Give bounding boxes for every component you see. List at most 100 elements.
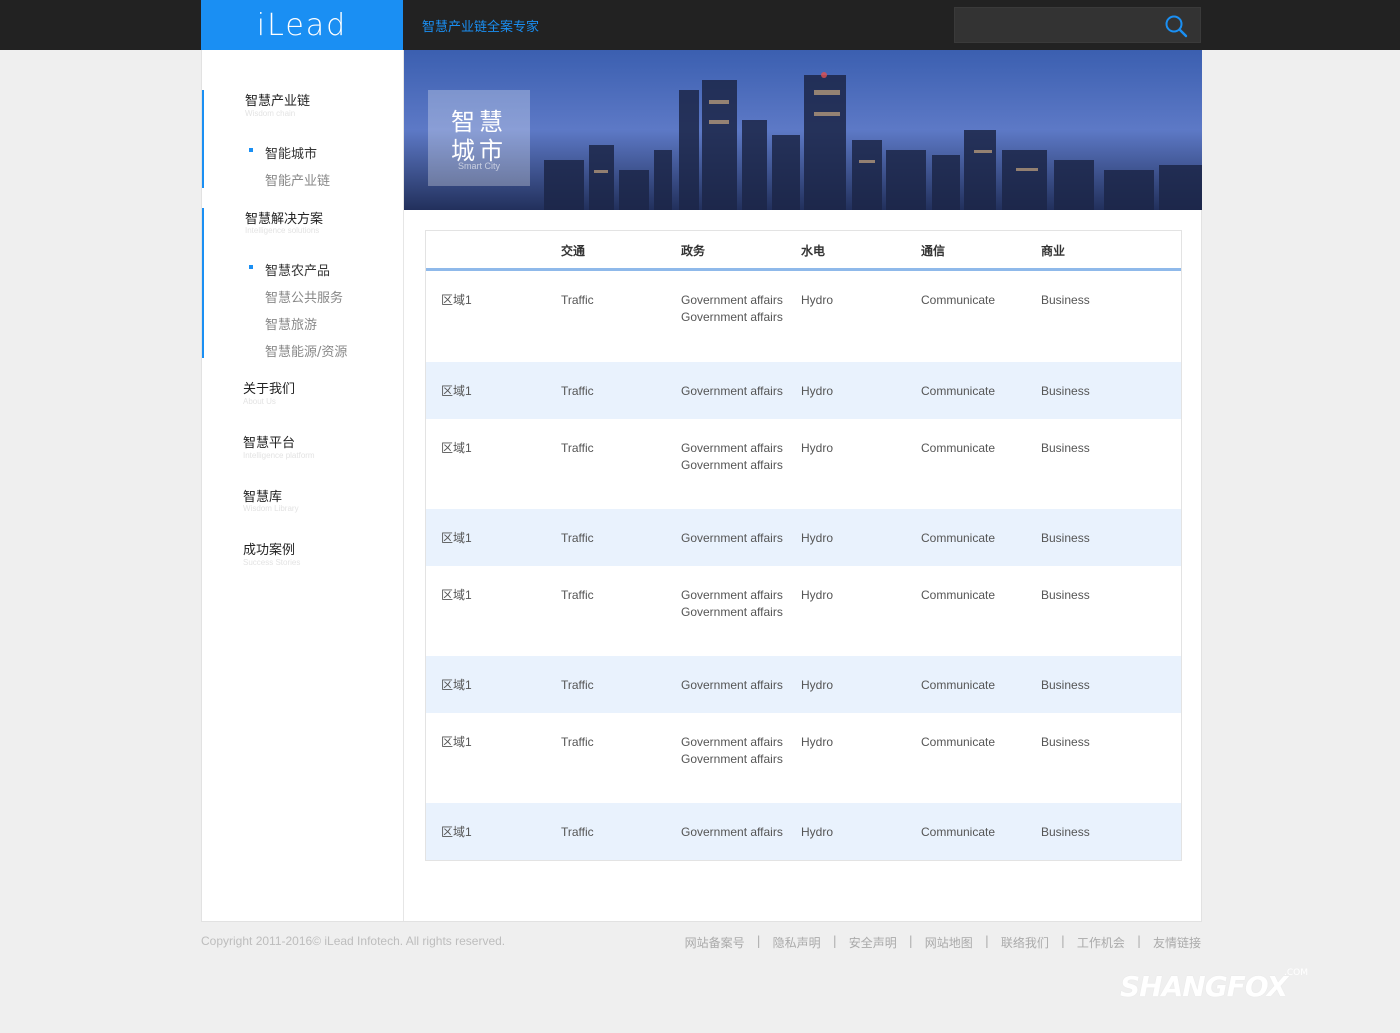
table-cell: Communicate bbox=[921, 384, 996, 398]
nav-group-solutions: 智慧解决方案 Intelligence solutions 智慧农产品 智慧公共… bbox=[202, 208, 403, 360]
nav-subtitle: Wisdom Library bbox=[243, 504, 299, 513]
table-cell: Business bbox=[1041, 293, 1090, 307]
table-cell: Hydro bbox=[801, 588, 834, 602]
nav-title-platform[interactable]: 智慧平台 bbox=[243, 432, 295, 451]
site-logo[interactable]: iLead bbox=[201, 0, 403, 50]
nav-group-cases: 成功案例 Success Stories bbox=[202, 539, 403, 579]
table-cell: 区域1 bbox=[441, 441, 472, 455]
table-row: 区域1 Traffic Government affairsGovernment… bbox=[426, 713, 1181, 803]
footer-link-friends[interactable]: 友情链接 bbox=[1153, 934, 1201, 951]
column-header: 政务 bbox=[681, 244, 706, 258]
table-cell: Hydro bbox=[801, 678, 834, 692]
table-row: 区域1 Traffic Government affairsGovernment… bbox=[426, 566, 1181, 656]
nav-subtitle: Wisdom chain bbox=[245, 109, 296, 118]
table-cell: Communicate bbox=[921, 293, 996, 307]
table-cell: Government affairsGovernment affairs bbox=[681, 588, 783, 619]
table-cell: Government affairs bbox=[681, 825, 783, 839]
table-header: 交通 政务 水电 通信 商业 bbox=[426, 231, 1181, 271]
watermark-logo: SHANGFOX bbox=[1120, 970, 1288, 1003]
table-cell: Traffic bbox=[561, 441, 594, 455]
search-box bbox=[954, 7, 1201, 43]
footer-link-icp[interactable]: 网站备案号 bbox=[685, 934, 745, 951]
nav-item-energy[interactable]: 智慧能源/资源 bbox=[265, 341, 347, 360]
table-cell: 区域1 bbox=[441, 825, 472, 839]
table-row: 区域1 Traffic Government affairs Hydro Com… bbox=[426, 509, 1181, 566]
nav-subtitle: Intelligence solutions bbox=[245, 226, 320, 235]
table-cell: 区域1 bbox=[441, 678, 472, 692]
table-cell: Communicate bbox=[921, 735, 996, 749]
table-cell: Communicate bbox=[921, 441, 996, 455]
nav-title-about[interactable]: 关于我们 bbox=[243, 378, 295, 397]
nav-group-library: 智慧库 Wisdom Library bbox=[202, 486, 403, 526]
table-cell: Business bbox=[1041, 441, 1090, 455]
site-slogan: 智慧产业链全案专家 bbox=[422, 20, 540, 35]
table-cell: Traffic bbox=[561, 384, 594, 398]
table-cell: 区域1 bbox=[441, 735, 472, 749]
nav-title-library[interactable]: 智慧库 bbox=[243, 486, 282, 505]
table-cell: Business bbox=[1041, 825, 1090, 839]
table-cell: Traffic bbox=[561, 825, 594, 839]
nav-subtitle: About Us bbox=[243, 397, 276, 406]
search-icon[interactable] bbox=[1164, 14, 1188, 38]
nav-title-wisdom-chain[interactable]: 智慧产业链 bbox=[245, 90, 310, 109]
table-cell: Government affairsGovernment affairs bbox=[681, 293, 783, 324]
table-cell: Business bbox=[1041, 735, 1090, 749]
table-cell: Government affairs bbox=[681, 678, 783, 692]
nav-item-smart-city[interactable]: 智能城市 bbox=[265, 143, 317, 162]
nav-group-about: 关于我们 About Us bbox=[202, 378, 403, 418]
nav-item-tourism[interactable]: 智慧旅游 bbox=[265, 314, 317, 333]
nav-group-wisdom-chain: 智慧产业链 Wisdom chain 智能城市 智能产业链 bbox=[202, 90, 403, 189]
search-input[interactable] bbox=[955, 8, 1155, 42]
active-dot-icon bbox=[249, 265, 253, 269]
table-cell: Hydro bbox=[801, 441, 834, 455]
nav-subtitle: Success Stories bbox=[243, 558, 301, 567]
nav-title-cases[interactable]: 成功案例 bbox=[243, 539, 295, 558]
table-row: 区域1 Traffic Government affairsGovernment… bbox=[426, 271, 1181, 362]
table-cell: Traffic bbox=[561, 531, 594, 545]
watermark-suffix: .COM bbox=[1284, 968, 1308, 978]
table-row: 区域1 Traffic Government affairs Hydro Com… bbox=[426, 656, 1181, 713]
nav-group-platform: 智慧平台 Intelligence platform bbox=[202, 432, 403, 472]
table-cell: Communicate bbox=[921, 678, 996, 692]
table-cell: 区域1 bbox=[441, 384, 472, 398]
nav-item-smart-chain[interactable]: 智能产业链 bbox=[265, 170, 330, 189]
table-cell: Traffic bbox=[561, 678, 594, 692]
column-header: 水电 bbox=[801, 244, 826, 258]
top-bar: iLead 智慧产业链全案专家 bbox=[0, 0, 1400, 50]
banner-subtitle: Smart City bbox=[457, 161, 500, 171]
nav-item-public-service[interactable]: 智慧公共服务 bbox=[265, 287, 343, 306]
table-cell: Communicate bbox=[921, 531, 996, 545]
city-banner: 智慧 城市 Smart City bbox=[404, 50, 1202, 210]
table-cell: Traffic bbox=[561, 735, 594, 749]
table-cell: Business bbox=[1041, 678, 1090, 692]
column-header: 交通 bbox=[561, 244, 586, 258]
footer-link-privacy[interactable]: 隐私声明 bbox=[773, 934, 821, 951]
banner-title-box: 智慧 城市 Smart City bbox=[428, 90, 530, 186]
table-cell: Communicate bbox=[921, 588, 996, 602]
table-cell: Traffic bbox=[561, 293, 594, 307]
table-cell: Hydro bbox=[801, 735, 834, 749]
table-row: 区域1 Traffic Government affairsGovernment… bbox=[426, 419, 1181, 509]
nav-subtitle: Intelligence platform bbox=[243, 451, 315, 460]
footer-link-jobs[interactable]: 工作机会 bbox=[1077, 934, 1125, 951]
footer-link-sitemap[interactable]: 网站地图 bbox=[925, 934, 973, 951]
footer-link-contact[interactable]: 联络我们 bbox=[1001, 934, 1049, 951]
table-cell: Business bbox=[1041, 384, 1090, 398]
table-cell: Hydro bbox=[801, 384, 834, 398]
table-cell: 区域1 bbox=[441, 293, 472, 307]
table-cell: Government affairs bbox=[681, 384, 783, 398]
table-cell: Government affairsGovernment affairs bbox=[681, 735, 783, 766]
table-cell: Government affairsGovernment affairs bbox=[681, 441, 783, 472]
table-cell: Hydro bbox=[801, 531, 834, 545]
table-row: 区域1 Traffic Government affairs Hydro Com… bbox=[426, 362, 1181, 419]
nav-item-agriculture[interactable]: 智慧农产品 bbox=[265, 260, 330, 279]
nav-title-solutions[interactable]: 智慧解决方案 bbox=[245, 208, 323, 227]
table-cell: Hydro bbox=[801, 293, 834, 307]
footer-link-security[interactable]: 安全声明 bbox=[849, 934, 897, 951]
table-cell: Traffic bbox=[561, 588, 594, 602]
column-header: 通信 bbox=[921, 244, 946, 258]
table-cell: Business bbox=[1041, 588, 1090, 602]
column-header: 商业 bbox=[1041, 244, 1066, 258]
sidebar: 智慧产业链 Wisdom chain 智能城市 智能产业链 智慧解决方案 Int… bbox=[202, 50, 404, 921]
table-cell: Business bbox=[1041, 531, 1090, 545]
